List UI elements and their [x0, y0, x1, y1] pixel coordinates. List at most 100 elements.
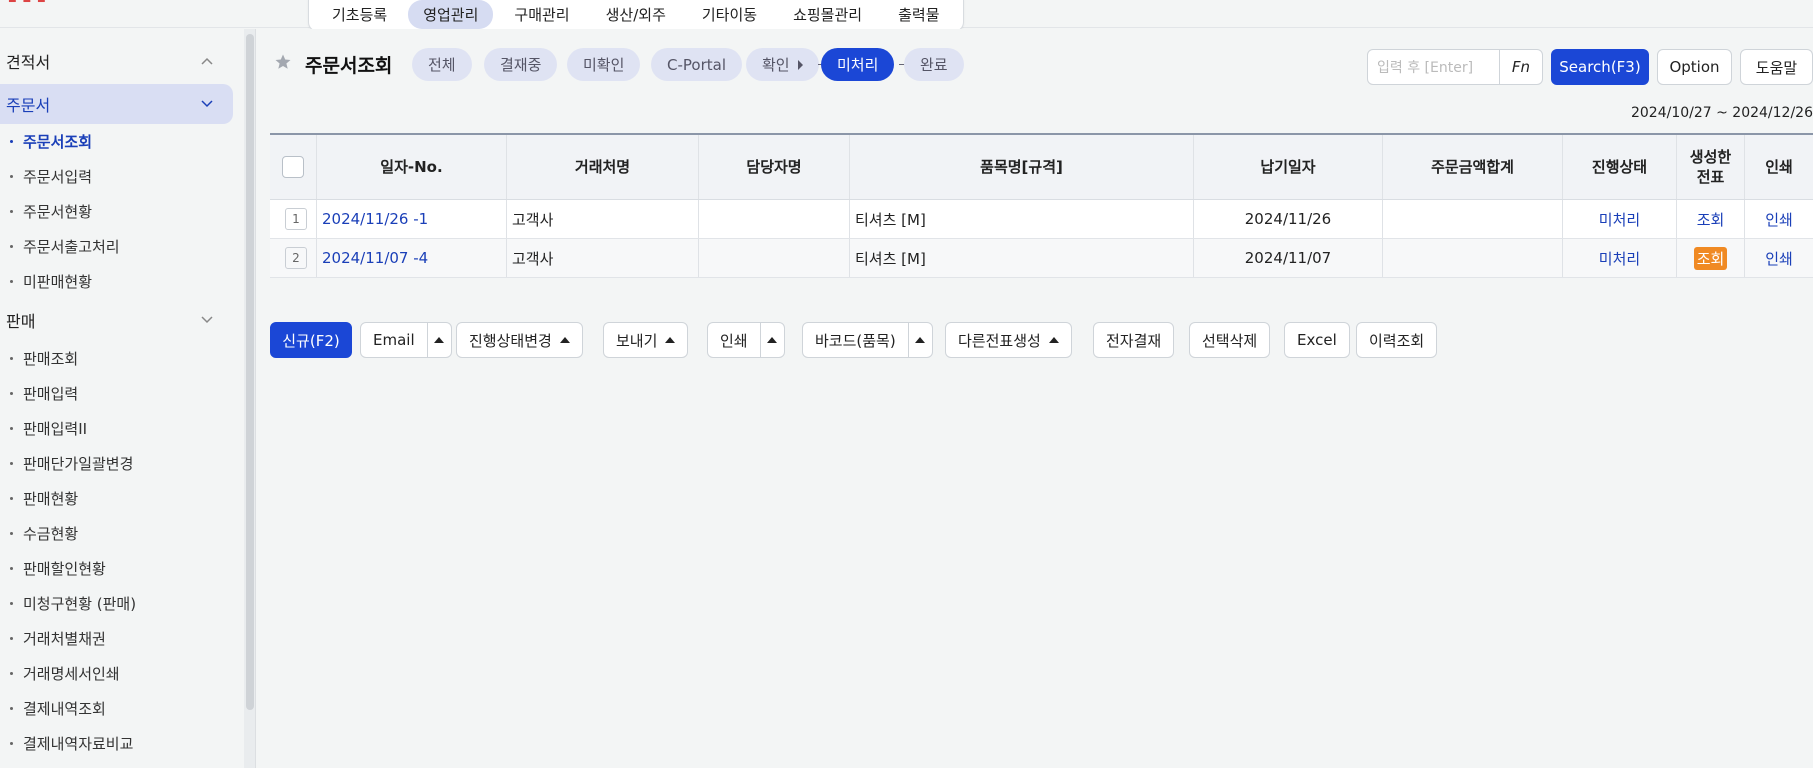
filter-unprocessed[interactable]: 미처리	[821, 48, 895, 81]
option-button[interactable]: Option	[1657, 49, 1732, 85]
bullet-icon	[10, 139, 13, 143]
sidebar-section-order[interactable]: 주문서	[0, 84, 233, 124]
print-button[interactable]: 인쇄	[707, 322, 785, 358]
menu-tab-shopping-mall[interactable]: 쇼핑몰관리	[778, 0, 877, 29]
amount-cell	[1383, 239, 1563, 277]
sidebar-scrollbar-thumb[interactable]	[246, 34, 254, 710]
caret-up-icon	[559, 337, 570, 343]
sidebar-item-label: 주문서현황	[23, 202, 93, 221]
print-dropdown-toggle[interactable]	[759, 323, 784, 357]
sidebar-item-label: 미판매현황	[23, 272, 93, 291]
barcode-button[interactable]: 바코드(품목)	[802, 322, 933, 358]
filter-all[interactable]: 전체	[412, 48, 472, 81]
status-link[interactable]: 미처리	[1563, 200, 1677, 238]
due-date-cell: 2024/11/07	[1194, 239, 1383, 277]
sidebar-item-unsold-status[interactable]: 미판매현황	[10, 266, 92, 296]
menu-tab-sales-management[interactable]: 영업관리	[408, 0, 494, 29]
sidebar-item-label: 결제내역조회	[23, 699, 106, 718]
bullet-icon	[10, 244, 13, 248]
view-doc-link[interactable]: 조회	[1693, 246, 1728, 270]
email-dropdown-toggle[interactable]	[426, 323, 451, 357]
sidebar-section-quotation[interactable]: 견적서	[0, 41, 233, 81]
caret-up-icon	[1048, 337, 1059, 343]
sidebar-item-sales-inquiry[interactable]: 판매조회	[10, 343, 78, 373]
print-link[interactable]: 인쇄	[1745, 239, 1813, 277]
status-change-button[interactable]: 진행상태변경	[456, 322, 583, 358]
sidebar-item-receivables-by-customer[interactable]: 거래처별채권	[10, 623, 106, 653]
row-number[interactable]: 1	[285, 208, 307, 230]
view-doc-link[interactable]: 조회	[1697, 209, 1725, 230]
table-row[interactable]: 1 2024/11/26 -1 고객사 티셔츠 [M] 2024/11/26 미…	[270, 200, 1813, 239]
bullet-icon	[10, 741, 13, 745]
column-header-date-no[interactable]: 일자-No.	[317, 135, 507, 199]
sidebar-item-order-entry[interactable]: 주문서입력	[10, 161, 92, 191]
sidebar-scrollbar[interactable]	[244, 29, 256, 768]
sidebar-item-discount-status[interactable]: 판매할인현황	[10, 553, 106, 583]
help-button[interactable]: 도움말	[1740, 49, 1813, 85]
bullet-icon	[10, 461, 13, 465]
column-header-created-doc[interactable]: 생성한 전표	[1677, 135, 1745, 199]
column-header-item[interactable]: 품목명[규격]	[850, 135, 1194, 199]
sidebar-item-order-status[interactable]: 주문서현황	[10, 196, 92, 226]
column-header-print[interactable]: 인쇄	[1745, 135, 1813, 199]
other-doc-button[interactable]: 다른전표생성	[945, 322, 1072, 358]
sidebar-item-unbilled-status[interactable]: 미청구현황 (판매)	[10, 588, 136, 618]
sidebar-item-label: 판매할인현황	[23, 559, 106, 578]
select-all-checkbox[interactable]	[282, 156, 304, 178]
column-header-amount[interactable]: 주문금액합계	[1383, 135, 1563, 199]
filter-c-portal[interactable]: C-Portal	[651, 48, 742, 81]
menu-tab-printouts[interactable]: 출력물	[883, 0, 954, 29]
send-button-label: 보내기	[616, 331, 658, 350]
table-row[interactable]: 2 2024/11/07 -4 고객사 티셔츠 [M] 2024/11/07 미…	[270, 239, 1813, 278]
sidebar-item-sales-entry[interactable]: 판매입력	[10, 378, 78, 408]
sidebar-item-label: 결제내역자료비교	[23, 734, 134, 753]
sidebar-section-sales[interactable]: 판매	[0, 300, 233, 340]
company-logo: ■■■ SUNGWOO CONSULTING	[4, 0, 144, 4]
history-button[interactable]: 이력조회	[1356, 322, 1438, 358]
menu-tab-basic[interactable]: 기초등록	[317, 0, 402, 29]
column-header-customer[interactable]: 거래처명	[507, 135, 699, 199]
other-doc-label: 다른전표생성	[958, 331, 1041, 350]
filter-unconfirmed[interactable]: 미확인	[567, 48, 641, 81]
column-header-manager[interactable]: 담당자명	[699, 135, 850, 199]
menu-tab-purchase[interactable]: 구매관리	[499, 0, 584, 29]
print-link[interactable]: 인쇄	[1745, 200, 1813, 238]
favorite-star-icon[interactable]	[274, 53, 292, 71]
sidebar-item-sales-status[interactable]: 판매현황	[10, 483, 78, 513]
fn-button[interactable]: Fn	[1499, 49, 1543, 85]
sidebar-item-sales-entry-2[interactable]: 판매입력II	[10, 413, 87, 443]
filter-confirmed-label: 확인	[762, 56, 790, 74]
new-button[interactable]: 신규(F2)	[270, 322, 352, 358]
email-button[interactable]: Email	[360, 322, 452, 358]
date-range: 2024/10/27 ~ 2024/12/26	[1630, 105, 1813, 121]
order-no-link[interactable]: 2024/11/07 -4	[317, 239, 507, 277]
filter-completed[interactable]: 완료	[904, 48, 964, 81]
sidebar-item-order-shipping[interactable]: 주문서출고처리	[10, 231, 120, 261]
bullet-icon	[10, 279, 13, 283]
search-button[interactable]: Search(F3)	[1551, 49, 1649, 85]
order-no-link[interactable]: 2024/11/26 -1	[317, 200, 507, 238]
sidebar-item-collection-status[interactable]: 수금현황	[10, 518, 78, 548]
column-header-due-date[interactable]: 납기일자	[1194, 135, 1383, 199]
sidebar-item-payment-compare[interactable]: 결제내역자료비교	[10, 728, 133, 758]
excel-button[interactable]: Excel	[1284, 322, 1350, 358]
sidebar-item-order-inquiry[interactable]: 주문서조회	[10, 126, 92, 156]
barcode-dropdown-toggle[interactable]	[907, 323, 932, 357]
caret-up-icon	[915, 337, 926, 343]
sidebar-item-statement-print[interactable]: 거래명세서인쇄	[10, 658, 120, 688]
delete-selected-button[interactable]: 선택삭제	[1189, 322, 1271, 358]
sidebar-item-bulk-price-change[interactable]: 판매단가일괄변경	[10, 448, 133, 478]
menu-tab-production[interactable]: 생산/외주	[591, 0, 681, 29]
filter-in-approval[interactable]: 결재중	[484, 48, 558, 81]
row-number[interactable]: 2	[285, 247, 307, 269]
bullet-icon	[10, 566, 13, 570]
e-approval-button[interactable]: 전자결재	[1093, 322, 1175, 358]
column-header-status[interactable]: 진행상태	[1563, 135, 1677, 199]
sidebar-item-payment-inquiry[interactable]: 결제내역조회	[10, 693, 106, 723]
search-input[interactable]: 입력 후 [Enter]	[1367, 49, 1500, 85]
filter-confirmed[interactable]: 확인	[746, 48, 819, 81]
menu-tab-other-transfer[interactable]: 기타이동	[687, 0, 772, 29]
send-button[interactable]: 보내기	[603, 322, 689, 358]
status-link[interactable]: 미처리	[1563, 239, 1677, 277]
e-approval-label: 전자결재	[1106, 331, 1162, 350]
